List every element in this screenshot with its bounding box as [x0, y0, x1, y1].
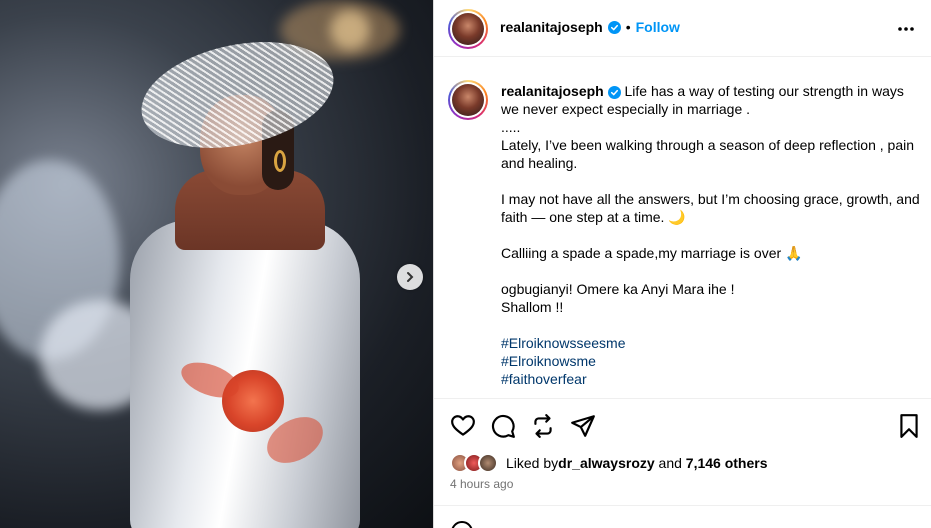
post-actions: Liked by dr_alwaysrozy and 7,146 others … [434, 398, 931, 528]
author-username[interactable]: realanitajoseph [500, 19, 603, 35]
repost-icon[interactable] [530, 413, 556, 439]
liked-by-and: and [654, 455, 686, 471]
follow-button[interactable]: Follow [636, 19, 680, 35]
hashtag-link[interactable]: #Elroiknowsme [501, 352, 921, 370]
emoji-icon[interactable] [450, 520, 474, 528]
save-bookmark-icon[interactable] [896, 413, 922, 439]
caption-line: Shallom !! [501, 299, 564, 315]
separator-dot: • [625, 19, 631, 35]
hashtag-link[interactable]: #faithoverfear [501, 370, 921, 388]
background-light [330, 10, 370, 50]
caption-line: ..... [501, 119, 521, 135]
next-image-button[interactable] [397, 264, 423, 290]
like-heart-icon[interactable] [450, 413, 476, 439]
caption-line: Calliing a spade a spade,my marriage is … [501, 245, 803, 261]
verified-badge-icon [607, 85, 621, 99]
liked-by-user[interactable]: dr_alwaysrozy [558, 455, 655, 471]
chevron-right-icon [407, 272, 414, 282]
caption-line: I may not have all the answers, but I’m … [501, 191, 920, 225]
author-avatar[interactable] [448, 9, 488, 49]
add-comment-area[interactable] [434, 505, 931, 528]
likes-summary: Liked by dr_alwaysrozy and 7,146 others [450, 453, 768, 473]
liked-by-prefix: Liked by [506, 455, 559, 471]
earring [274, 150, 286, 172]
caption-line: Lately, I’ve been walking through a seas… [501, 137, 915, 171]
post-details-panel: realanitajoseph • Follow realanitajoseph… [433, 0, 931, 528]
verified-badge-icon [607, 20, 621, 34]
post-media[interactable] [0, 0, 433, 528]
caption-author-avatar[interactable] [448, 80, 488, 120]
liked-by-avatars[interactable] [450, 453, 498, 473]
share-icon[interactable] [570, 413, 596, 439]
more-horizontal-icon[interactable] [897, 22, 915, 36]
likes-count[interactable]: 7,146 others [686, 455, 768, 471]
post-timestamp[interactable]: 4 hours ago [450, 477, 513, 491]
avatar [478, 453, 498, 473]
post-header: realanitajoseph • Follow [434, 0, 931, 57]
hashtag-link[interactable]: #Elroiknowsseesme [501, 334, 921, 352]
comment-icon[interactable] [490, 413, 516, 439]
caption-line: ogbugianyi! Omere ka Anyi Mara ihe ! [501, 281, 735, 297]
caption-author-username[interactable]: realanitajoseph [501, 83, 604, 99]
caption-section: realanitajoseph Life has a way of testin… [434, 70, 931, 400]
caption-text: realanitajoseph Life has a way of testin… [501, 82, 921, 388]
